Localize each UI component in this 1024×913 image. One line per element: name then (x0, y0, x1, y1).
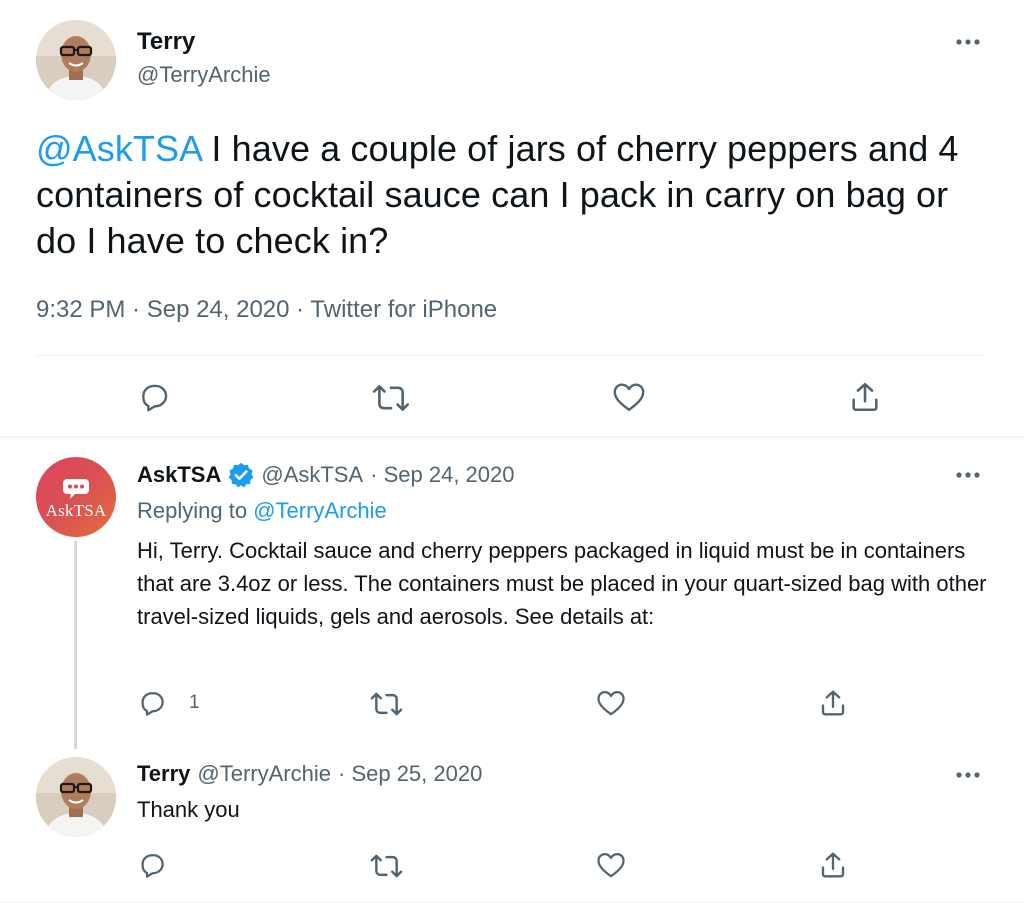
tweet-date[interactable]: · Sep 25, 2020 (338, 761, 482, 787)
reply-button[interactable]: 1 (137, 688, 200, 718)
divider (36, 355, 986, 356)
heart-icon (613, 383, 645, 411)
tweet-text: @AskTSA I have a couple of jars of cherr… (36, 126, 996, 264)
avatar[interactable]: AskTSA (36, 457, 116, 537)
tweet-date[interactable]: · Sep 24, 2020 (370, 462, 514, 488)
retweet-icon (370, 692, 403, 716)
reply-header: AskTSA @AskTSA · Sep 24, 2020 (137, 461, 515, 489)
verified-badge-icon (228, 462, 254, 488)
more-icon (956, 472, 980, 478)
mention-link[interactable]: @TerryArchie (253, 498, 387, 523)
profile-photo-icon (36, 20, 116, 100)
tweet-meta[interactable]: 9:32 PM · Sep 24, 2020 · Twitter for iPh… (36, 296, 497, 324)
tweet-text: Hi, Terry. Cocktail sauce and cherry pep… (137, 538, 987, 629)
reply-icon (141, 692, 164, 716)
reply-button[interactable] (137, 380, 171, 414)
retweet-icon (370, 854, 403, 878)
share-icon (852, 382, 878, 412)
mention-link[interactable]: @AskTSA (36, 128, 201, 169)
more-icon (956, 772, 980, 778)
section-separator (0, 436, 1024, 440)
retweet-icon (372, 385, 410, 411)
reply-count: 1 (189, 692, 200, 713)
main-tweet: Terry @TerryArchie @AskTSA I have a coup… (0, 0, 1024, 436)
retweet-button[interactable] (370, 852, 403, 880)
share-icon (821, 852, 845, 878)
reply-header: Terry @TerryArchie · Sep 25, 2020 (137, 761, 482, 787)
more-button[interactable] (950, 30, 986, 54)
tweet-text: Thank you (137, 797, 240, 822)
more-button[interactable] (950, 763, 986, 787)
avatar[interactable] (36, 757, 116, 837)
like-button[interactable] (596, 689, 626, 717)
retweet-button[interactable] (372, 382, 410, 414)
author-name[interactable]: Terry (137, 28, 195, 56)
profile-photo-icon (36, 757, 116, 837)
heart-icon (597, 691, 625, 716)
share-button[interactable] (848, 380, 882, 414)
thread-connector (74, 541, 77, 749)
more-icon (956, 39, 980, 45)
like-button[interactable] (596, 851, 626, 879)
author-name[interactable]: Terry (137, 761, 190, 787)
author-handle[interactable]: @AskTSA (261, 462, 363, 488)
divider (0, 902, 1024, 903)
share-button[interactable] (818, 688, 848, 718)
share-button[interactable] (818, 850, 848, 880)
avatar[interactable] (36, 20, 116, 100)
replying-to: Replying to @TerryArchie (137, 498, 387, 524)
tweet-thread: Terry @TerryArchie @AskTSA I have a coup… (0, 0, 1024, 913)
reply-icon (142, 384, 168, 412)
avatar-logo-text: AskTSA (45, 500, 107, 520)
heart-icon (597, 853, 625, 878)
author-handle[interactable]: @TerryArchie (137, 62, 271, 88)
author-handle[interactable]: @TerryArchie (197, 761, 331, 787)
reply-icon (141, 854, 164, 878)
more-button[interactable] (950, 463, 986, 487)
chat-bubble-icon (63, 478, 89, 499)
author-name[interactable]: AskTSA (137, 462, 221, 488)
like-button[interactable] (612, 381, 646, 413)
retweet-button[interactable] (370, 690, 403, 718)
share-icon (821, 690, 845, 716)
replying-to-label: Replying to (137, 498, 254, 523)
reply-button[interactable] (137, 850, 167, 880)
